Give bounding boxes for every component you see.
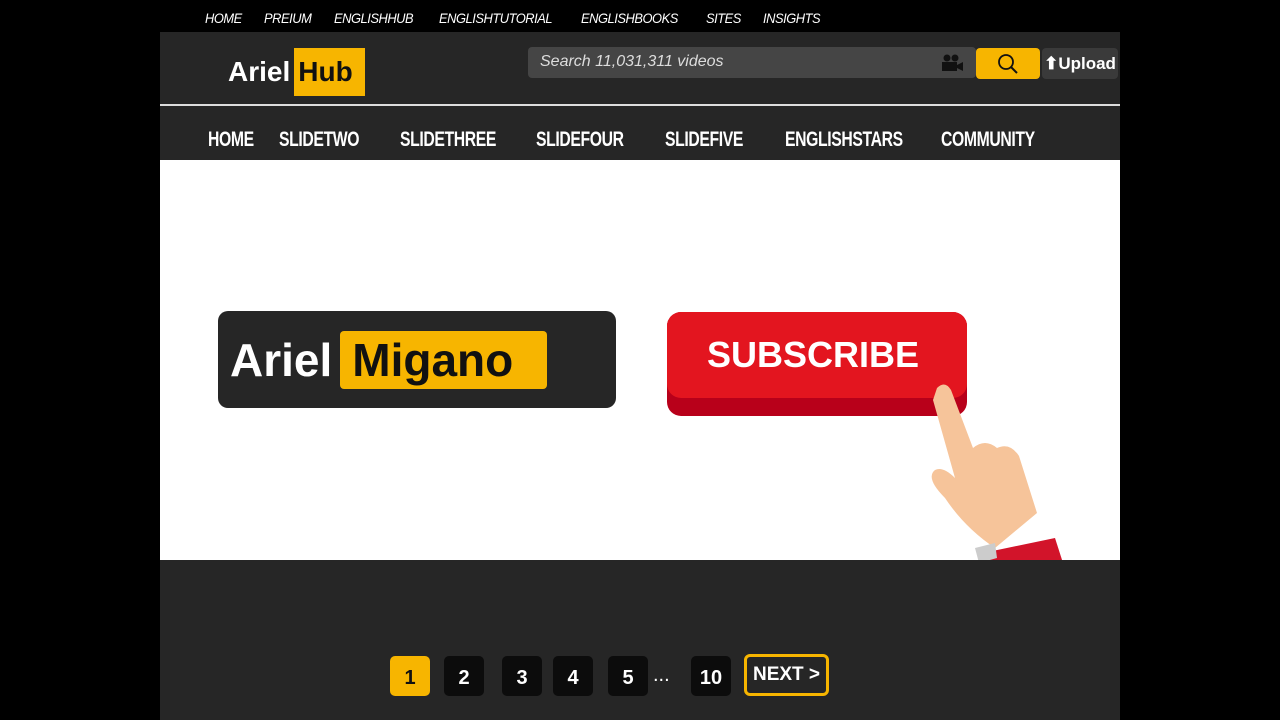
upload-arrow-icon: ⬆ xyxy=(1044,53,1059,73)
top-nav-sites[interactable]: SITES xyxy=(706,10,741,26)
top-nav: HOME PREIUM ENGLISHHUB ENGLISHTUTORIAL E… xyxy=(205,10,844,26)
search-bar xyxy=(528,47,976,78)
nav-slidefive[interactable]: SLIDEFIVE xyxy=(665,128,743,152)
divider xyxy=(160,104,1120,106)
page-10[interactable]: 10 xyxy=(691,656,731,696)
nav-slidetwo[interactable]: SLIDETWO xyxy=(279,128,359,152)
nav-slidethree[interactable]: SLIDETHREE xyxy=(400,128,496,152)
page-1[interactable]: 1 xyxy=(390,656,430,696)
subscribe-text: SUBSCRIBE xyxy=(707,334,920,375)
search-icon xyxy=(998,53,1018,74)
nav-community[interactable]: COMMUNITY xyxy=(941,128,1035,152)
page-2[interactable]: 2 xyxy=(444,656,484,696)
nav-home[interactable]: HOME xyxy=(208,128,254,152)
top-nav-englishbooks[interactable]: ENGLISHBOOKS xyxy=(581,10,678,26)
logo-highlight: Hub xyxy=(294,48,365,96)
search-button[interactable] xyxy=(976,48,1040,79)
top-nav-englishhub[interactable]: ENGLISHHUB xyxy=(334,10,414,26)
top-nav-englishtutorial[interactable]: ENGLISHTUTORIAL xyxy=(439,10,553,26)
nav-slidefour[interactable]: SLIDEFOUR xyxy=(536,128,624,152)
channel-name-2: Migano xyxy=(340,330,548,389)
pagination-ellipsis: ... xyxy=(653,664,670,686)
top-nav-preium[interactable]: PREIUM xyxy=(264,10,312,26)
page-5[interactable]: 5 xyxy=(608,656,648,696)
logo[interactable]: Ariel Hub xyxy=(228,48,365,96)
next-button[interactable]: NEXT > xyxy=(744,654,829,696)
video-camera-icon[interactable] xyxy=(940,54,964,72)
channel-name-1: Ariel xyxy=(230,333,333,386)
pagination: 1 2 3 4 5 ... 10 NEXT > xyxy=(160,654,1120,696)
top-nav-insights[interactable]: INSIGHTS xyxy=(763,10,821,26)
upload-button[interactable]: ⬆ Upload xyxy=(1042,48,1118,79)
logo-text: Ariel xyxy=(228,56,291,87)
hand-pointer-icon xyxy=(931,384,1063,560)
page: Ariel Hub ⬆Upload HOME SLIDETWO SLIDETHR… xyxy=(160,32,1120,720)
channel-logo: Ariel Migano xyxy=(218,311,616,408)
upload-label: Upload xyxy=(1058,53,1116,73)
nav-englishstars[interactable]: ENGLISHSTARS xyxy=(785,128,903,152)
search-input[interactable] xyxy=(528,47,918,77)
banner[interactable]: Ariel Migano SUBSCRIBE xyxy=(160,160,1120,560)
page-4[interactable]: 4 xyxy=(553,656,593,696)
top-nav-home[interactable]: HOME xyxy=(205,10,242,26)
page-3[interactable]: 3 xyxy=(502,656,542,696)
